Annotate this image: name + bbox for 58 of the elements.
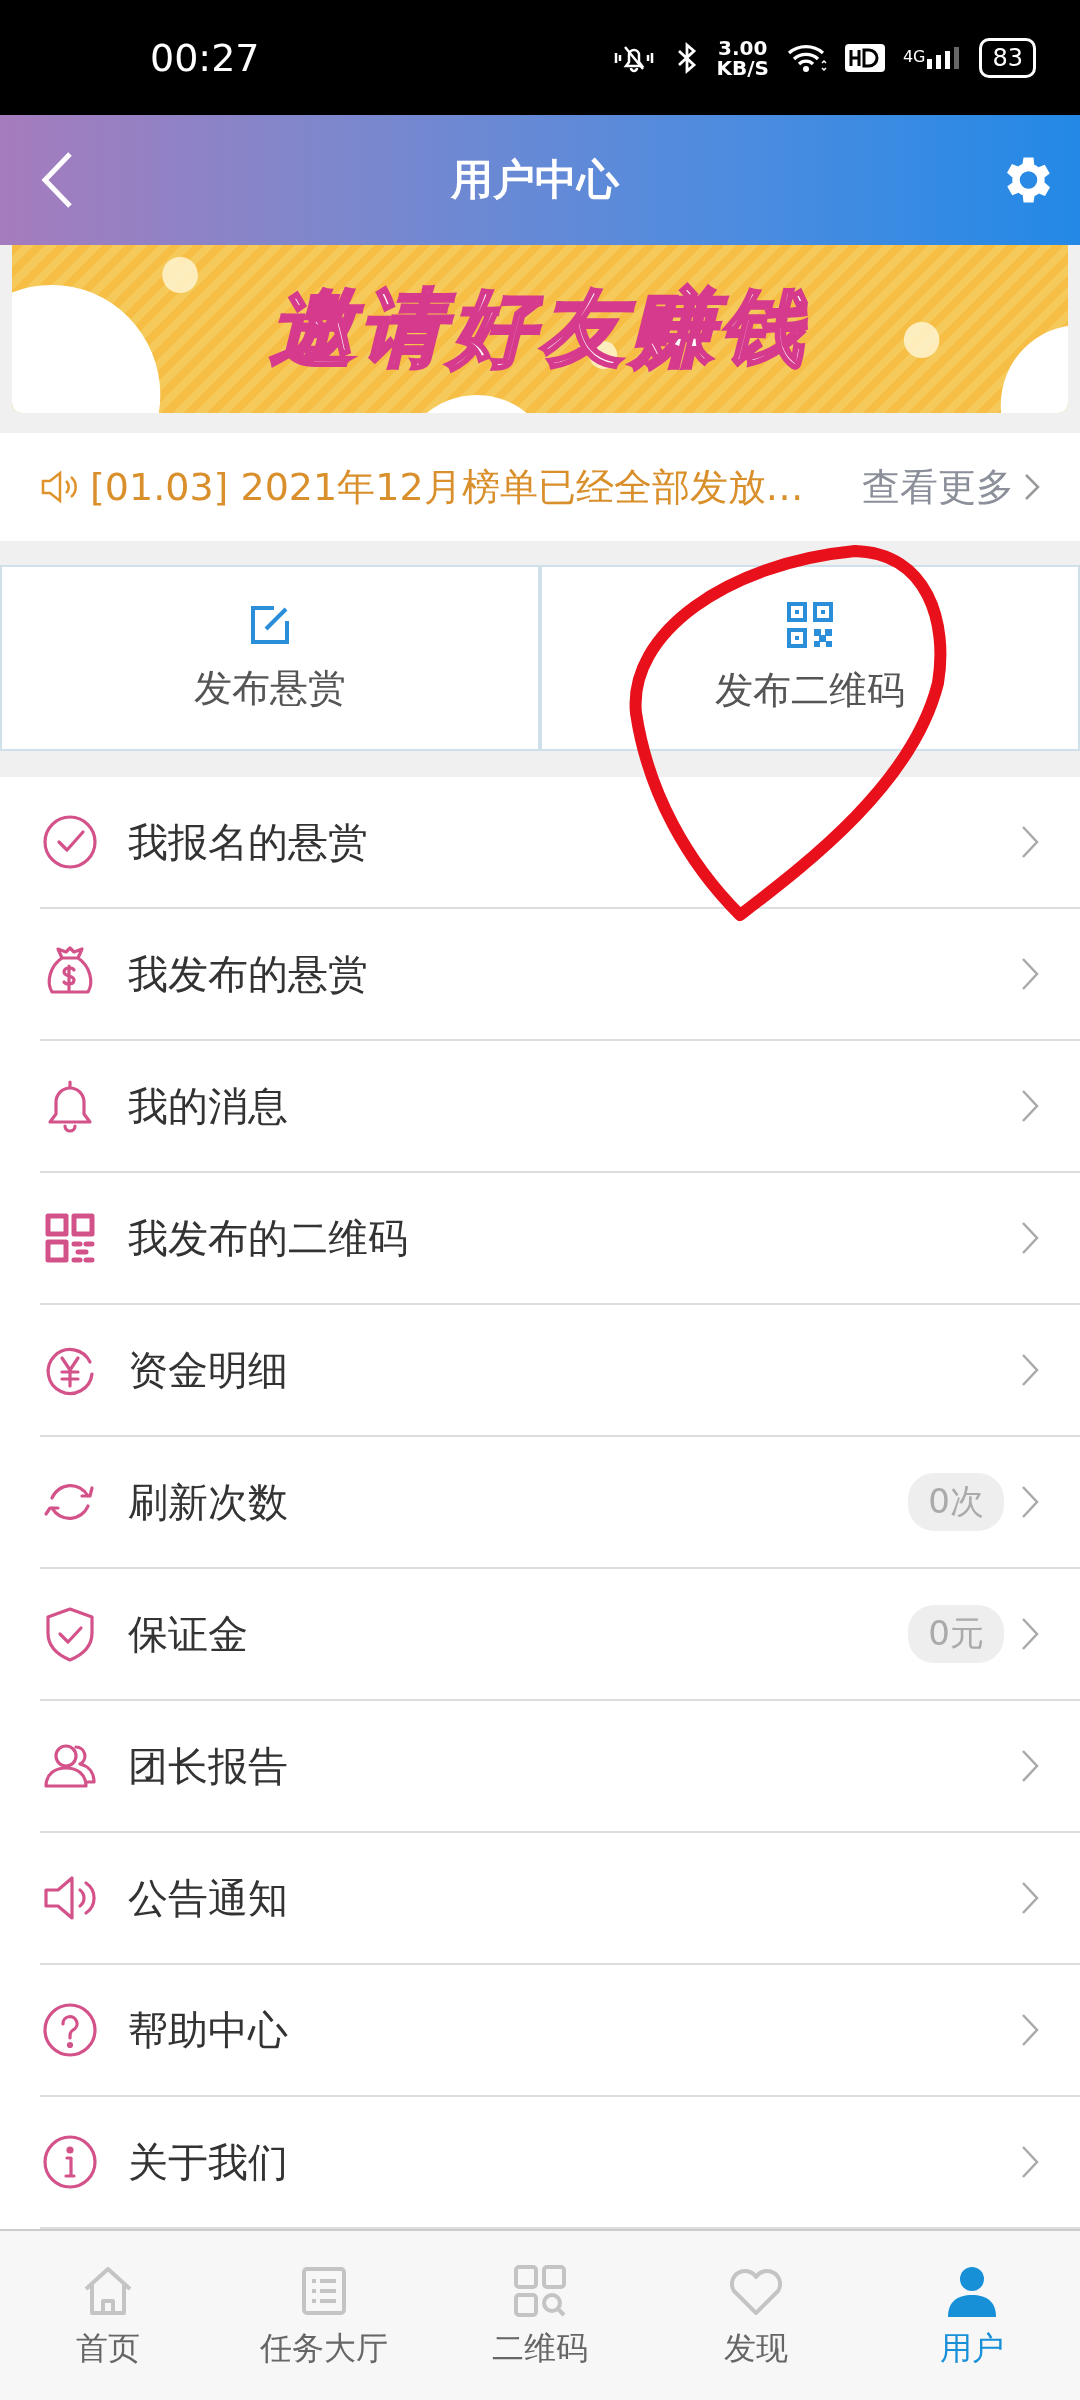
chevron-icon	[1024, 473, 1040, 501]
banner-title: 邀请好友赚钱	[270, 278, 810, 379]
menu-label: 资金明细	[128, 1345, 289, 1395]
speaker-icon	[40, 469, 80, 505]
menu-label: 保证金	[128, 1609, 249, 1659]
hd-icon	[844, 43, 885, 72]
back-icon[interactable]	[40, 150, 74, 210]
menu-label: 我报名的悬赏	[128, 817, 369, 867]
tab-item[interactable]: 二维码	[432, 2260, 648, 2371]
check-icon	[40, 812, 100, 872]
chevron-icon	[1020, 1220, 1040, 1256]
count-badge: 0次	[908, 1473, 1004, 1531]
chevron-icon	[1020, 1352, 1040, 1388]
page-title: 用户中心	[451, 154, 619, 206]
menu-item[interactable]: 我发布的悬赏	[40, 909, 1080, 1041]
menu-label: 帮助中心	[128, 2005, 289, 2055]
menu-item[interactable]: 我的消息	[40, 1041, 1080, 1173]
count-badge: 0元	[908, 1605, 1004, 1663]
action-button[interactable]: 发布二维码	[540, 565, 1080, 751]
chevron-icon	[1020, 956, 1040, 992]
menu-item[interactable]: 我报名的悬赏	[40, 777, 1080, 909]
chevron-icon	[1020, 1088, 1040, 1124]
menu-item[interactable]: 刷新次数 0次	[40, 1437, 1080, 1569]
status-time: 00:27	[150, 35, 260, 80]
chevron-icon	[1020, 1880, 1040, 1916]
qr-code-icon	[786, 600, 834, 649]
menu-item[interactable]: 保证金 0元	[40, 1569, 1080, 1701]
chevron-icon	[1020, 1484, 1040, 1520]
menu-label: 我发布的二维码	[128, 1213, 409, 1263]
help-icon	[40, 2000, 100, 2060]
chevron-icon	[1020, 1616, 1040, 1652]
speed-value: 3.00	[717, 37, 768, 58]
action-button[interactable]: 发布悬赏	[0, 565, 540, 751]
tab-item[interactable]: 发现	[648, 2260, 864, 2371]
chevron-icon	[1020, 1748, 1040, 1784]
speed-unit: KB/S	[716, 57, 769, 78]
menu-item[interactable]: 公告通知	[40, 1833, 1080, 1965]
menu-label: 公告通知	[128, 1873, 289, 1923]
network-label: 4G	[902, 46, 926, 66]
chevron-icon	[1020, 2012, 1040, 2048]
menu-item[interactable]: 帮助中心	[40, 1965, 1080, 2097]
menu-label: 关于我们	[128, 2137, 289, 2187]
menu-label: 团长报告	[128, 1741, 289, 1791]
tab-item[interactable]: 首页	[0, 2260, 216, 2371]
menu-label: 我的消息	[128, 1081, 289, 1131]
signal-icon	[927, 46, 962, 69]
wifi-icon	[786, 42, 827, 73]
chevron-icon	[1020, 824, 1040, 860]
menu-item[interactable]: 我发布的二维码	[40, 1173, 1080, 1305]
battery-indicator: 83	[979, 37, 1036, 78]
chevron-icon	[1020, 2144, 1040, 2180]
bluetooth-icon	[676, 40, 699, 75]
menu-label: 我发布的悬赏	[128, 949, 369, 999]
info-icon	[40, 2132, 100, 2192]
menu-item[interactable]: 团长报告	[40, 1701, 1080, 1833]
tab-item[interactable]: 任务大厅	[216, 2260, 432, 2371]
menu-item[interactable]: 资金明细	[40, 1305, 1080, 1437]
menu-label: 刷新次数	[128, 1477, 289, 1527]
